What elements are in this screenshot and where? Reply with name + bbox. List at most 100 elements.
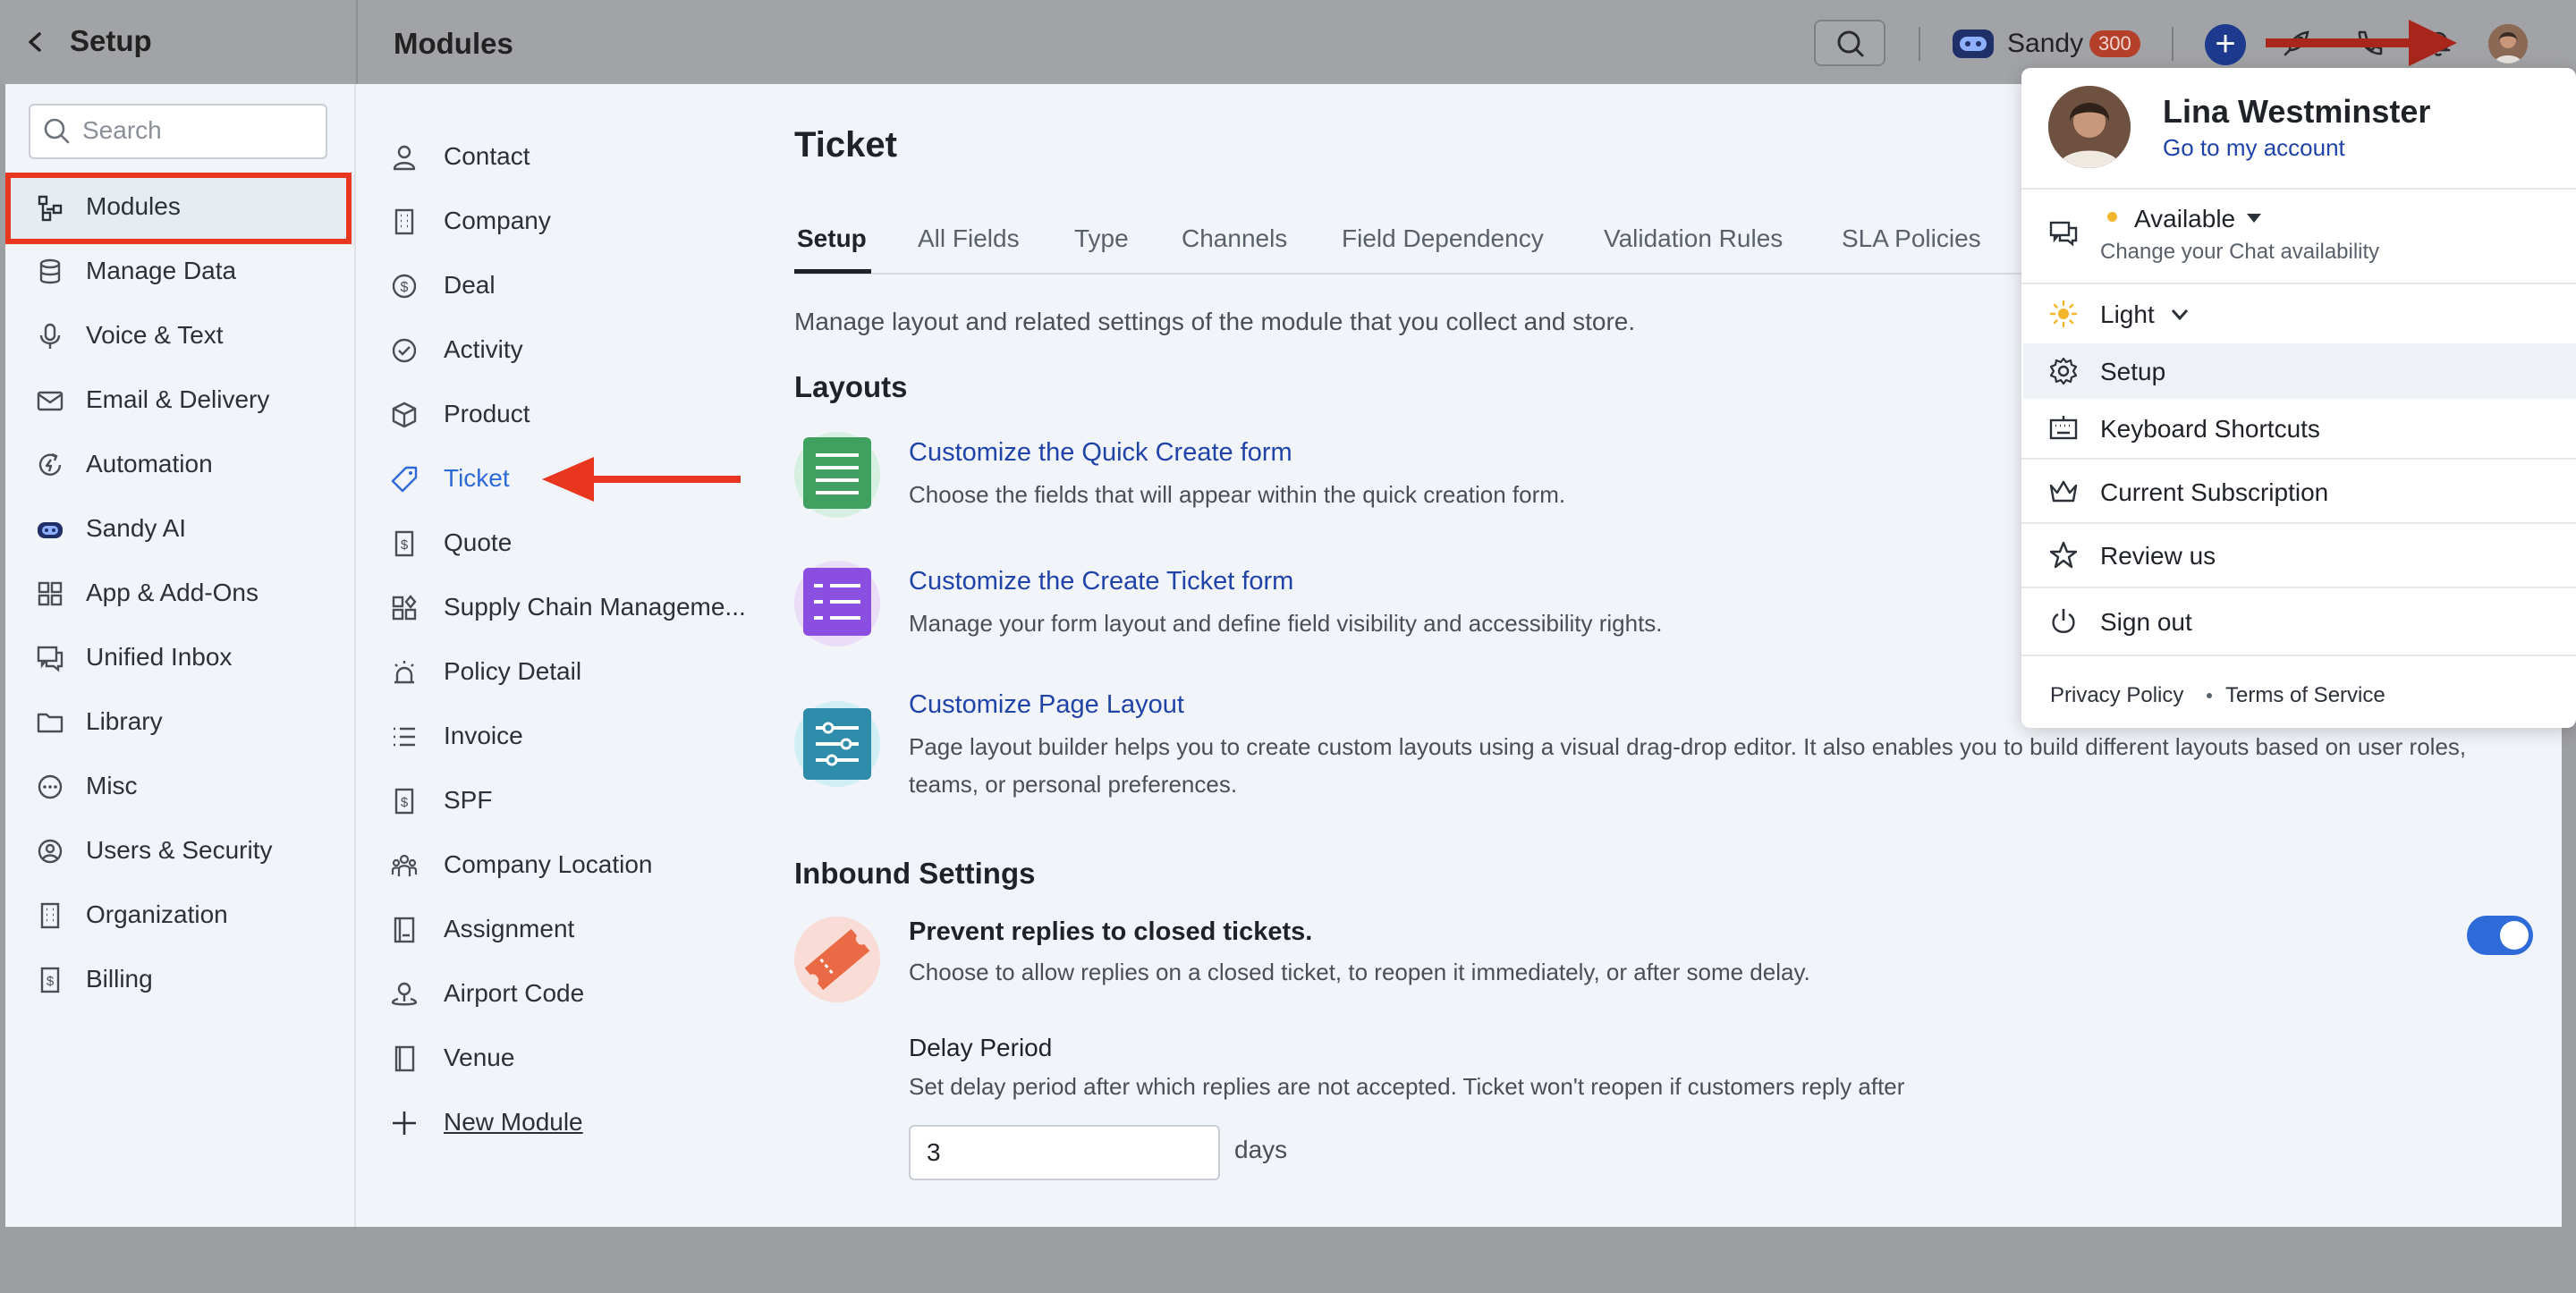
delay-period-input[interactable] bbox=[909, 1125, 1220, 1180]
sidebar-item-label: Misc bbox=[86, 772, 138, 799]
annotation-highlight-box bbox=[5, 173, 352, 244]
module-item-activity[interactable]: Activity bbox=[390, 333, 766, 368]
privacy-policy-link[interactable]: Privacy Policy bbox=[2050, 683, 2183, 708]
theme-selector[interactable]: Light bbox=[2100, 300, 2155, 329]
back-arrow-icon[interactable] bbox=[21, 27, 48, 57]
module-item-invoice[interactable]: Invoice bbox=[390, 719, 766, 755]
availability-status[interactable]: Available bbox=[2134, 205, 2235, 233]
gear-icon bbox=[2048, 356, 2079, 386]
sidebar-search-input[interactable] bbox=[82, 106, 315, 156]
star-icon bbox=[2048, 540, 2079, 570]
tab-type[interactable]: Type bbox=[1074, 224, 1129, 253]
module-item-policy-detail[interactable]: Policy Detail bbox=[390, 655, 766, 690]
module-description: Manage layout and related settings of th… bbox=[794, 308, 1636, 335]
tab-validation-rules[interactable]: Validation Rules bbox=[1604, 224, 1783, 253]
divider bbox=[2021, 655, 2576, 656]
tab-sla-policies[interactable]: SLA Policies bbox=[1842, 224, 1981, 253]
box-icon bbox=[390, 401, 419, 429]
sidebar-item-users-security[interactable]: Users & Security bbox=[36, 833, 340, 869]
terms-of-service-link[interactable]: Terms of Service bbox=[2225, 683, 2385, 708]
create-ticket-link[interactable]: Customize the Create Ticket form bbox=[909, 567, 1293, 596]
divider bbox=[2172, 27, 2174, 61]
sandy-label[interactable]: Sandy bbox=[2007, 29, 2083, 59]
sidebar-item-misc[interactable]: Misc bbox=[36, 769, 340, 805]
svg-text:$: $ bbox=[401, 795, 409, 810]
divider bbox=[2021, 458, 2576, 460]
dollar-circle-icon: $ bbox=[390, 272, 419, 300]
sidebar-item-automation[interactable]: Automation bbox=[36, 447, 340, 483]
toggle-knob bbox=[2500, 921, 2529, 950]
page-layout-icon bbox=[794, 701, 880, 787]
module-label: Company Location bbox=[444, 850, 653, 878]
tab-all-fields[interactable]: All Fields bbox=[918, 224, 1020, 253]
module-item-product[interactable]: Product bbox=[390, 397, 766, 433]
module-label: Policy Detail bbox=[444, 657, 582, 685]
module-item-deal[interactable]: $ Deal bbox=[390, 268, 766, 304]
menu-item-sign-out[interactable]: Sign out bbox=[2100, 608, 2192, 637]
create-button[interactable]: + bbox=[2205, 24, 2246, 65]
module-item-company[interactable]: Company bbox=[390, 204, 766, 240]
sun-icon bbox=[2048, 299, 2079, 329]
inbox-chat-icon bbox=[36, 644, 64, 672]
module-item-supply-chain[interactable]: Supply Chain Manageme... bbox=[390, 590, 766, 626]
module-item-spf[interactable]: $ SPF bbox=[390, 783, 766, 819]
form-list-icon bbox=[794, 432, 880, 518]
svg-text:$: $ bbox=[47, 974, 55, 989]
menu-item-keyboard-shortcuts[interactable]: Keyboard Shortcuts bbox=[2100, 415, 2320, 444]
module-item-contact[interactable]: Contact bbox=[390, 139, 766, 175]
sidebar-item-sandy-ai[interactable]: Sandy AI bbox=[36, 511, 340, 547]
page-layout-link[interactable]: Customize Page Layout bbox=[909, 690, 1184, 720]
tab-channels[interactable]: Channels bbox=[1182, 224, 1287, 253]
layouts-heading: Layouts bbox=[794, 370, 908, 403]
menu-item-setup[interactable]: Setup bbox=[2100, 358, 2165, 386]
sidebar-item-library[interactable]: Library bbox=[36, 705, 340, 740]
envelope-icon bbox=[36, 386, 64, 415]
delay-period-label: Delay Period bbox=[909, 1034, 1053, 1061]
module-item-company-location[interactable]: Company Location bbox=[390, 848, 766, 883]
divider bbox=[2021, 283, 2576, 284]
tab-field-dependency[interactable]: Field Dependency bbox=[1342, 224, 1544, 253]
module-item-airport-code[interactable]: Airport Code bbox=[390, 976, 766, 1012]
sidebar-item-email-delivery[interactable]: Email & Delivery bbox=[36, 383, 340, 418]
sidebar-item-label: Users & Security bbox=[86, 836, 273, 864]
sidebar-item-voice-text[interactable]: Voice & Text bbox=[36, 318, 340, 354]
sidebar-item-label: Unified Inbox bbox=[86, 643, 233, 671]
module-label: Deal bbox=[444, 271, 496, 299]
svg-text:$: $ bbox=[401, 537, 409, 553]
chat-bubbles-icon bbox=[2048, 219, 2079, 249]
setup-title[interactable]: Setup bbox=[70, 24, 152, 58]
module-title: Ticket bbox=[794, 125, 897, 165]
sidebar-item-apps[interactable]: App & Add-Ons bbox=[36, 576, 340, 612]
list-icon bbox=[390, 723, 419, 751]
caret-down-icon[interactable] bbox=[2245, 212, 2263, 224]
module-item-quote[interactable]: $ Quote bbox=[390, 526, 766, 562]
tabs-divider bbox=[794, 273, 2046, 275]
menu-item-current-subscription[interactable]: Current Subscription bbox=[2100, 478, 2328, 507]
new-module-link[interactable]: New Module bbox=[390, 1105, 766, 1141]
sandy-ai-icon bbox=[36, 515, 64, 544]
sidebar-item-organization[interactable]: Organization bbox=[36, 898, 340, 934]
sidebar-item-label: Manage Data bbox=[86, 257, 237, 284]
module-item-assignment[interactable]: Assignment bbox=[390, 912, 766, 948]
go-to-account-link[interactable]: Go to my account bbox=[2163, 134, 2345, 162]
tab-setup[interactable]: Setup bbox=[797, 224, 867, 253]
check-circle-icon bbox=[390, 336, 419, 365]
menu-item-review-us[interactable]: Review us bbox=[2100, 542, 2216, 570]
book-icon bbox=[390, 1044, 419, 1073]
keyboard-icon bbox=[2048, 413, 2079, 444]
ticket-icon bbox=[794, 917, 880, 1002]
sidebar-item-unified-inbox[interactable]: Unified Inbox bbox=[36, 640, 340, 676]
divider bbox=[1919, 27, 1920, 61]
power-icon bbox=[2048, 606, 2079, 637]
delay-period-description: Set delay period after which replies are… bbox=[909, 1073, 1905, 1100]
sandy-ai-icon[interactable] bbox=[1953, 30, 1994, 58]
sidebar-item-label: Sandy AI bbox=[86, 514, 187, 542]
chevron-down-icon[interactable] bbox=[2170, 308, 2190, 322]
separator-dot bbox=[2207, 693, 2212, 698]
sidebar-item-billing[interactable]: $ Billing bbox=[36, 962, 340, 998]
module-item-venue[interactable]: Venue bbox=[390, 1041, 766, 1077]
sidebar-item-manage-data[interactable]: Manage Data bbox=[36, 254, 340, 290]
global-search-button[interactable] bbox=[1814, 20, 1885, 66]
user-avatar-button[interactable] bbox=[2488, 24, 2528, 63]
quick-create-link[interactable]: Customize the Quick Create form bbox=[909, 438, 1292, 468]
